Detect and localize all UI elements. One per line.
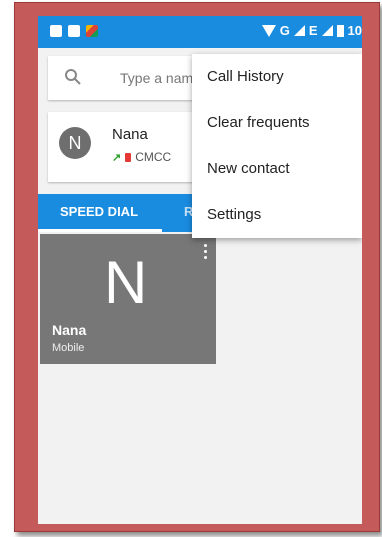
speed-dial-tile[interactable]: N Nana Mobile xyxy=(40,234,216,364)
overflow-menu: Call History Clear frequents New contact… xyxy=(192,54,362,238)
tile-initial: N xyxy=(104,249,148,316)
sim-label: CMCC xyxy=(135,150,172,164)
menu-item-new-contact[interactable]: New contact xyxy=(207,160,290,177)
clock: 10 xyxy=(347,23,362,38)
network-type-label: G xyxy=(279,23,290,38)
app-notification-icon xyxy=(86,25,98,37)
menu-item-call-history[interactable]: Call History xyxy=(207,68,284,85)
avatar: N xyxy=(59,127,91,159)
menu-item-settings[interactable]: Settings xyxy=(207,206,261,223)
contact-name: Nana xyxy=(112,126,148,143)
signal-icon-2 xyxy=(321,25,333,36)
phone-screen: G E 10 Type a name N Nana ↗ CMCC SPEED D… xyxy=(38,16,362,524)
more-options-icon[interactable] xyxy=(204,244,208,260)
tab-speed-dial[interactable]: SPEED DIAL xyxy=(60,204,138,219)
image-icon xyxy=(68,25,80,37)
menu-item-clear-frequents[interactable]: Clear frequents xyxy=(207,114,310,131)
network-type-label-2: E xyxy=(308,23,318,38)
battery-icon xyxy=(336,24,344,37)
signal-icon xyxy=(293,25,305,36)
search-placeholder[interactable]: Type a name xyxy=(120,70,201,86)
outgoing-call-icon: ↗ xyxy=(112,151,122,164)
tile-phone-type: Mobile xyxy=(52,342,85,354)
status-bar: G E 10 xyxy=(38,16,362,48)
tab-indicator xyxy=(38,229,162,232)
wifi-icon xyxy=(261,24,276,37)
sim-card-icon xyxy=(125,152,132,162)
sd-card-icon xyxy=(50,25,62,37)
tile-contact-name: Nana xyxy=(52,322,87,338)
system-icons: G E 10 xyxy=(261,23,362,38)
notification-icons xyxy=(50,25,98,37)
search-icon xyxy=(65,69,81,85)
call-meta: ↗ CMCC xyxy=(112,150,171,164)
